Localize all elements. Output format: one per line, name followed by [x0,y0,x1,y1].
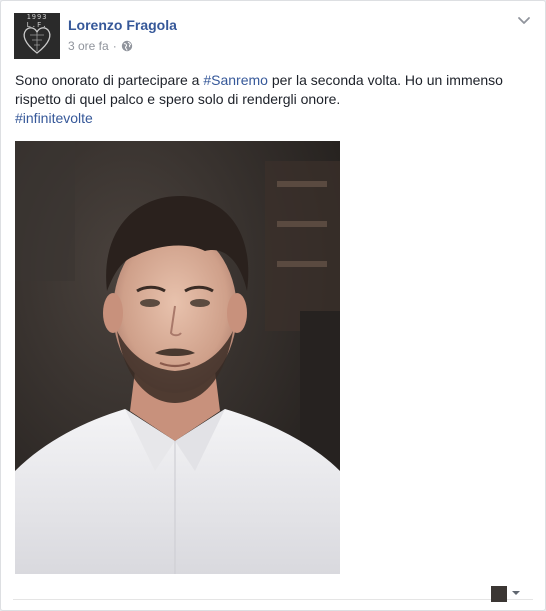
post-text-part-1: Sono onorato di partecipare a [15,72,204,88]
selfie-photo-image [15,141,340,574]
author-name-link[interactable]: Lorenzo Fragola [68,17,177,33]
viewer-avatar[interactable] [491,586,507,602]
footer-divider [13,599,533,600]
author-avatar[interactable]: 1993 L.F. [14,13,60,59]
post-timestamp[interactable]: 3 ore fa [68,39,109,53]
post-message: Sono onorato di partecipare a #Sanremo p… [15,71,531,128]
globe-icon[interactable] [121,40,133,52]
post-card: 1993 L.F. Lorenzo Fragola 3 ore fa · Sono… [0,0,546,611]
meta-separator: · [112,39,117,53]
post-photo[interactable] [15,141,340,574]
hashtag-sanremo-link[interactable]: #Sanremo [203,72,268,88]
avatar-heart-icon [23,27,51,54]
hashtag-infinitevolte-link[interactable]: #infinitevolte [15,110,93,126]
caret-down-icon[interactable] [511,589,521,597]
chevron-down-icon[interactable] [517,15,531,27]
post-meta: 3 ore fa · [68,39,133,53]
